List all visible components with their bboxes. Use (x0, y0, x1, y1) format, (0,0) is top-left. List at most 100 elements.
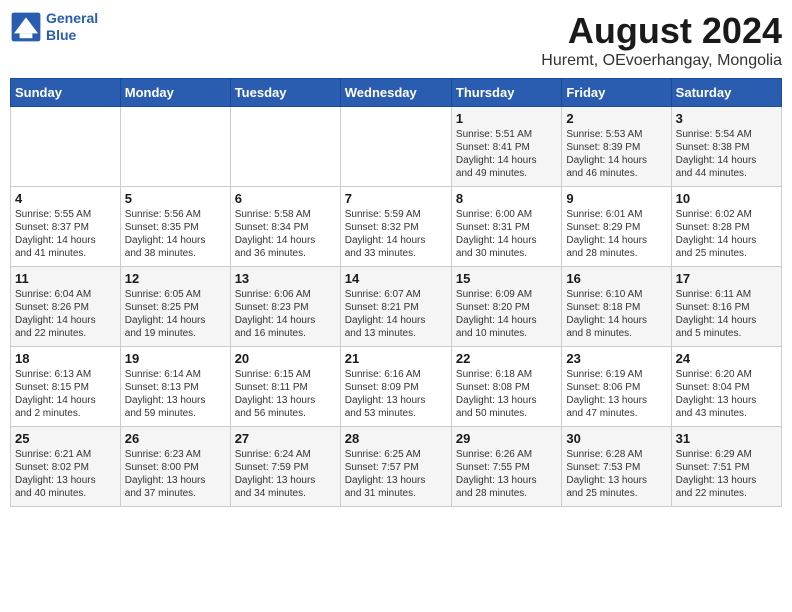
calendar-cell: 20 Sunrise: 6:15 AM Sunset: 8:11 PM Dayli… (230, 347, 340, 427)
calendar-cell: 10 Sunrise: 6:02 AM Sunset: 8:28 PM Dayli… (671, 187, 781, 267)
calendar-body: 1 Sunrise: 5:51 AM Sunset: 8:41 PM Daylig… (11, 107, 782, 507)
calendar-cell: 24 Sunrise: 6:20 AM Sunset: 8:04 PM Dayli… (671, 347, 781, 427)
weekday-thursday: Thursday (451, 79, 561, 107)
day-number: 15 (456, 271, 557, 286)
calendar-cell (340, 107, 451, 187)
day-number: 14 (345, 271, 447, 286)
day-info: Sunrise: 6:24 AM Sunset: 7:59 PM Dayligh… (235, 448, 336, 500)
weekday-tuesday: Tuesday (230, 79, 340, 107)
calendar-cell: 16 Sunrise: 6:10 AM Sunset: 8:18 PM Dayli… (562, 267, 671, 347)
day-info: Sunrise: 5:54 AM Sunset: 8:38 PM Dayligh… (676, 128, 777, 180)
day-info: Sunrise: 6:18 AM Sunset: 8:08 PM Dayligh… (456, 368, 557, 420)
calendar-cell: 8 Sunrise: 6:00 AM Sunset: 8:31 PM Daylig… (451, 187, 561, 267)
day-number: 17 (676, 271, 777, 286)
weekday-header: SundayMondayTuesdayWednesdayThursdayFrid… (11, 79, 782, 107)
calendar-cell: 9 Sunrise: 6:01 AM Sunset: 8:29 PM Daylig… (562, 187, 671, 267)
calendar-cell: 6 Sunrise: 5:58 AM Sunset: 8:34 PM Daylig… (230, 187, 340, 267)
calendar-cell: 13Sunrise: 6:06 AM Sunset: 8:23 PM Dayli… (230, 267, 340, 347)
calendar-cell: 21Sunrise: 6:16 AM Sunset: 8:09 PM Dayli… (340, 347, 451, 427)
day-number: 1 (456, 111, 557, 126)
week-row-4: 18Sunrise: 6:13 AM Sunset: 8:15 PM Dayli… (11, 347, 782, 427)
calendar-cell: 11 Sunrise: 6:04 AM Sunset: 8:26 PM Dayli… (11, 267, 121, 347)
day-number: 26 (125, 431, 226, 446)
day-number: 6 (235, 191, 336, 206)
weekday-saturday: Saturday (671, 79, 781, 107)
day-number: 5 (125, 191, 226, 206)
day-info: Sunrise: 6:09 AM Sunset: 8:20 PM Dayligh… (456, 288, 557, 340)
day-number: 20 (235, 351, 336, 366)
week-row-3: 11 Sunrise: 6:04 AM Sunset: 8:26 PM Dayli… (11, 267, 782, 347)
day-info: Sunrise: 6:25 AM Sunset: 7:57 PM Dayligh… (345, 448, 447, 500)
day-info: Sunrise: 6:20 AM Sunset: 8:04 PM Dayligh… (676, 368, 777, 420)
logo-text: General Blue (46, 10, 98, 44)
day-info: Sunrise: 5:56 AM Sunset: 8:35 PM Dayligh… (125, 208, 226, 260)
weekday-wednesday: Wednesday (340, 79, 451, 107)
day-info: Sunrise: 6:23 AM Sunset: 8:00 PM Dayligh… (125, 448, 226, 500)
day-info: Sunrise: 6:02 AM Sunset: 8:28 PM Dayligh… (676, 208, 777, 260)
day-number: 10 (676, 191, 777, 206)
day-number: 22 (456, 351, 557, 366)
day-number: 8 (456, 191, 557, 206)
header: General Blue August 2024 Huremt, OEvoerh… (10, 10, 782, 70)
week-row-2: 4Sunrise: 5:55 AM Sunset: 8:37 PM Daylig… (11, 187, 782, 267)
calendar-cell: 31Sunrise: 6:29 AM Sunset: 7:51 PM Dayli… (671, 427, 781, 507)
day-info: Sunrise: 5:58 AM Sunset: 8:34 PM Dayligh… (235, 208, 336, 260)
day-number: 27 (235, 431, 336, 446)
day-number: 28 (345, 431, 447, 446)
day-info: Sunrise: 6:14 AM Sunset: 8:13 PM Dayligh… (125, 368, 226, 420)
day-number: 3 (676, 111, 777, 126)
day-number: 13 (235, 271, 336, 286)
calendar-cell: 2 Sunrise: 5:53 AM Sunset: 8:39 PM Daylig… (562, 107, 671, 187)
calendar-cell (120, 107, 230, 187)
day-info: Sunrise: 6:04 AM Sunset: 8:26 PM Dayligh… (15, 288, 116, 340)
calendar-cell: 4Sunrise: 5:55 AM Sunset: 8:37 PM Daylig… (11, 187, 121, 267)
day-info: Sunrise: 6:16 AM Sunset: 8:09 PM Dayligh… (345, 368, 447, 420)
calendar-cell: 12Sunrise: 6:05 AM Sunset: 8:25 PM Dayli… (120, 267, 230, 347)
weekday-friday: Friday (562, 79, 671, 107)
calendar-cell: 29 Sunrise: 6:26 AM Sunset: 7:55 PM Dayli… (451, 427, 561, 507)
day-number: 16 (566, 271, 666, 286)
day-number: 2 (566, 111, 666, 126)
day-number: 7 (345, 191, 447, 206)
day-number: 9 (566, 191, 666, 206)
day-number: 18 (15, 351, 116, 366)
calendar-cell: 25Sunrise: 6:21 AM Sunset: 8:02 PM Dayli… (11, 427, 121, 507)
day-info: Sunrise: 5:53 AM Sunset: 8:39 PM Dayligh… (566, 128, 666, 180)
weekday-monday: Monday (120, 79, 230, 107)
day-info: Sunrise: 6:01 AM Sunset: 8:29 PM Dayligh… (566, 208, 666, 260)
day-number: 11 (15, 271, 116, 286)
calendar-cell (230, 107, 340, 187)
calendar-cell (11, 107, 121, 187)
day-info: Sunrise: 6:05 AM Sunset: 8:25 PM Dayligh… (125, 288, 226, 340)
calendar-cell: 14Sunrise: 6:07 AM Sunset: 8:21 PM Dayli… (340, 267, 451, 347)
day-number: 25 (15, 431, 116, 446)
calendar-cell: 27 Sunrise: 6:24 AM Sunset: 7:59 PM Dayli… (230, 427, 340, 507)
calendar-cell: 18Sunrise: 6:13 AM Sunset: 8:15 PM Dayli… (11, 347, 121, 427)
day-info: Sunrise: 5:51 AM Sunset: 8:41 PM Dayligh… (456, 128, 557, 180)
sub-title: Huremt, OEvoerhangay, Mongolia (541, 52, 782, 70)
week-row-5: 25Sunrise: 6:21 AM Sunset: 8:02 PM Dayli… (11, 427, 782, 507)
calendar-cell: 5 Sunrise: 5:56 AM Sunset: 8:35 PM Daylig… (120, 187, 230, 267)
day-info: Sunrise: 6:11 AM Sunset: 8:16 PM Dayligh… (676, 288, 777, 340)
day-number: 24 (676, 351, 777, 366)
week-row-1: 1 Sunrise: 5:51 AM Sunset: 8:41 PM Daylig… (11, 107, 782, 187)
calendar-cell: 19 Sunrise: 6:14 AM Sunset: 8:13 PM Dayli… (120, 347, 230, 427)
day-number: 4 (15, 191, 116, 206)
calendar-cell: 15 Sunrise: 6:09 AM Sunset: 8:20 PM Dayli… (451, 267, 561, 347)
day-number: 29 (456, 431, 557, 446)
title-area: August 2024 Huremt, OEvoerhangay, Mongol… (541, 10, 782, 70)
calendar-cell: 30Sunrise: 6:28 AM Sunset: 7:53 PM Dayli… (562, 427, 671, 507)
day-info: Sunrise: 5:59 AM Sunset: 8:32 PM Dayligh… (345, 208, 447, 260)
day-number: 30 (566, 431, 666, 446)
calendar-cell: 22 Sunrise: 6:18 AM Sunset: 8:08 PM Dayli… (451, 347, 561, 427)
logo-line1: General (46, 10, 98, 26)
day-number: 19 (125, 351, 226, 366)
day-info: Sunrise: 6:00 AM Sunset: 8:31 PM Dayligh… (456, 208, 557, 260)
logo: General Blue (10, 10, 98, 44)
day-info: Sunrise: 6:10 AM Sunset: 8:18 PM Dayligh… (566, 288, 666, 340)
calendar-cell: 1 Sunrise: 5:51 AM Sunset: 8:41 PM Daylig… (451, 107, 561, 187)
weekday-sunday: Sunday (11, 79, 121, 107)
day-info: Sunrise: 6:26 AM Sunset: 7:55 PM Dayligh… (456, 448, 557, 500)
calendar-cell: 17 Sunrise: 6:11 AM Sunset: 8:16 PM Dayli… (671, 267, 781, 347)
day-info: Sunrise: 6:15 AM Sunset: 8:11 PM Dayligh… (235, 368, 336, 420)
